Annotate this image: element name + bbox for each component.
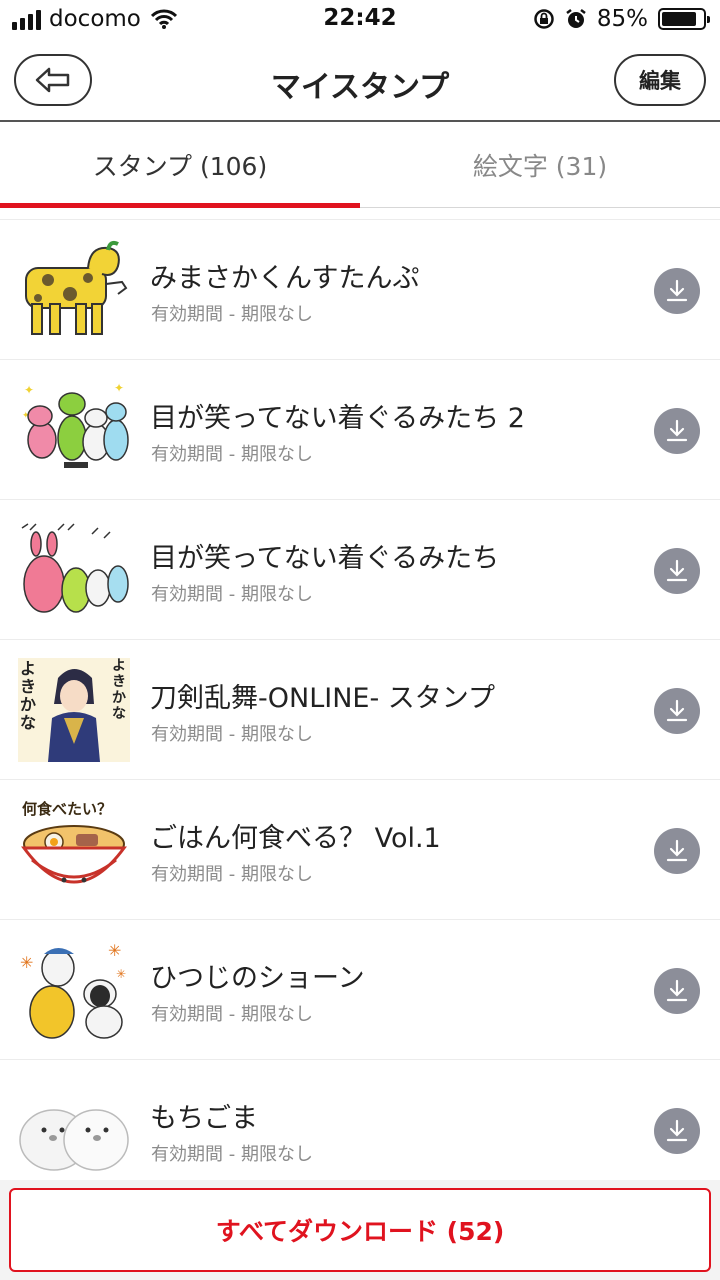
sticker-title: 刀剣乱舞-ONLINE- スタンプ bbox=[150, 683, 495, 714]
battery-icon bbox=[658, 8, 710, 30]
mimasaka-sticker-thumbnail bbox=[25, 240, 128, 335]
sticker-row-touken-ranbu[interactable]: よきかな よきかな 刀剣乱舞-ONLINE- スタンプ 有効期間 - 期限なし bbox=[0, 640, 720, 780]
download-button[interactable] bbox=[654, 688, 700, 734]
sticker-list: みまさかくんすたんぷ 有効期間 - 期限なし ✦✦✦✦ 目が笑ってない着ぐるみた… bbox=[0, 219, 720, 1200]
sticker-title: ひつじのショーン bbox=[150, 963, 365, 994]
page-title: マイスタンプ bbox=[270, 70, 450, 105]
edit-button[interactable]: 編集 bbox=[614, 54, 706, 106]
mochigoma-sticker-thumbnail bbox=[19, 1109, 129, 1171]
sticker-row-gohan[interactable]: 何食べたい？ ごはん何食べる？ Vol.1 有効期間 - 期限なし bbox=[0, 780, 720, 920]
sticker-row-mimasaka[interactable]: みまさかくんすたんぷ 有効期間 - 期限なし bbox=[0, 220, 720, 360]
svg-text:✳: ✳ bbox=[108, 941, 121, 960]
sticker-thumb-text-left: よきかな bbox=[20, 659, 37, 732]
svg-text:✦: ✦ bbox=[24, 383, 34, 397]
download-button[interactable] bbox=[654, 548, 700, 594]
nav-bar: マイスタンプ 編集 bbox=[0, 40, 720, 122]
battery-percent: 85% bbox=[596, 6, 648, 32]
sticker-validity: 有効期間 - 期限なし bbox=[151, 724, 313, 745]
sticker-thumb-text-right: よきかな bbox=[112, 658, 126, 722]
download-button[interactable] bbox=[654, 408, 700, 454]
download-all-button[interactable]: すべてダウンロード (52) bbox=[9, 1188, 711, 1272]
download-button[interactable] bbox=[654, 968, 700, 1014]
tab-bar: スタンプ (106) 絵文字 (31) bbox=[0, 122, 720, 208]
sticker-validity: 有効期間 - 期限なし bbox=[151, 1144, 313, 1165]
download-button[interactable] bbox=[654, 1108, 700, 1154]
download-button[interactable] bbox=[654, 268, 700, 314]
sticker-row-mochigoma[interactable]: もちごま 有効期間 - 期限なし bbox=[0, 1060, 720, 1200]
shaun-sticker-thumbnail: ✳ ✳ ✳ bbox=[20, 941, 126, 1039]
sticker-title: 目が笑ってない着ぐるみたち 2 bbox=[150, 403, 525, 434]
kigurumi-sticker-thumbnail bbox=[21, 523, 129, 613]
svg-text:✳: ✳ bbox=[20, 953, 33, 972]
download-icon bbox=[666, 839, 688, 862]
sticker-row-kigurumi-2[interactable]: ✦✦✦✦ 目が笑ってない着ぐるみたち 2 有効期間 - 期限なし bbox=[0, 360, 720, 500]
download-icon bbox=[666, 559, 688, 582]
download-icon bbox=[666, 419, 688, 442]
touken-ranbu-sticker-thumbnail: よきかな よきかな bbox=[18, 658, 130, 762]
sticker-title: ごはん何食べる？ Vol.1 bbox=[150, 823, 441, 854]
kigurumi-2-sticker-thumbnail: ✦✦✦✦ bbox=[22, 381, 129, 468]
svg-text:✦: ✦ bbox=[114, 381, 124, 395]
gohan-sticker-thumbnail: 何食べたい？ bbox=[18, 798, 130, 902]
tab-emoji[interactable]: 絵文字 (31) bbox=[360, 122, 720, 207]
sticker-validity: 有効期間 - 期限なし bbox=[151, 864, 313, 885]
tab-stickers[interactable]: スタンプ (106) bbox=[0, 122, 360, 208]
download-icon bbox=[666, 699, 688, 722]
sticker-validity: 有効期間 - 期限なし bbox=[151, 304, 313, 325]
status-right: 85% bbox=[533, 6, 710, 32]
download-icon bbox=[666, 279, 688, 302]
download-icon bbox=[666, 1119, 688, 1142]
alarm-icon bbox=[566, 9, 586, 28]
sticker-validity: 有効期間 - 期限なし bbox=[151, 584, 313, 605]
rotation-lock-icon bbox=[534, 9, 554, 29]
status-bar: docomo 22:42 85% bbox=[0, 0, 720, 40]
sticker-row-shaun[interactable]: ✳ ✳ ✳ ひつじのショーン 有効期間 - 期限なし bbox=[0, 920, 720, 1060]
sticker-row-kigurumi[interactable]: 目が笑ってない着ぐるみたち 有効期間 - 期限なし bbox=[0, 500, 720, 640]
sticker-validity: 有効期間 - 期限なし bbox=[151, 1004, 313, 1025]
download-icon bbox=[666, 979, 688, 1002]
sticker-validity: 有効期間 - 期限なし bbox=[151, 444, 313, 465]
sticker-title: もちごま bbox=[150, 1103, 258, 1134]
sticker-title: みまさかくんすたんぷ bbox=[150, 263, 420, 294]
sticker-title: 目が笑ってない着ぐるみたち bbox=[150, 543, 500, 574]
svg-text:✳: ✳ bbox=[116, 967, 126, 981]
download-button[interactable] bbox=[654, 828, 700, 874]
bottom-bar: すべてダウンロード (52) bbox=[0, 1180, 720, 1280]
